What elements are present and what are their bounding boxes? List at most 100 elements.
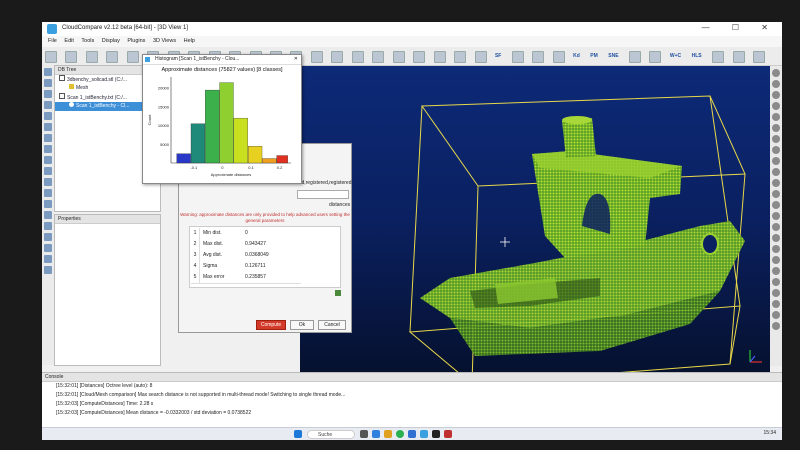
plugin-4-icon[interactable]: [772, 102, 780, 110]
statistics-icon[interactable]: [372, 51, 385, 63]
plugin-18-icon[interactable]: [772, 256, 780, 264]
start-icon[interactable]: [294, 430, 302, 438]
delete-icon[interactable]: [126, 51, 139, 63]
menu-tools[interactable]: Tools: [81, 38, 94, 44]
plugin-20-icon[interactable]: [772, 278, 780, 286]
taskbar-clock[interactable]: 15:34: [763, 430, 776, 436]
plugin-10-icon[interactable]: [772, 168, 780, 176]
taskbar-search[interactable]: Suche: [307, 430, 355, 439]
clone-icon[interactable]: [85, 51, 98, 63]
view-iso1-icon[interactable]: [44, 134, 52, 142]
point-picking-icon[interactable]: [392, 51, 405, 63]
plugin-16-icon[interactable]: [772, 234, 780, 242]
checkbox-icon[interactable]: [59, 75, 65, 81]
fullscreen-icon[interactable]: [44, 244, 52, 252]
window-controls[interactable]: — ☐ ✕: [702, 23, 778, 32]
sf-arithmetic-icon[interactable]: [532, 51, 545, 63]
plugin-6-icon[interactable]: [772, 124, 780, 132]
sf-gradient-icon[interactable]: [511, 51, 524, 63]
tool-hls-label[interactable]: HLS: [692, 53, 702, 59]
menu-help[interactable]: Help: [184, 38, 195, 44]
close-icon[interactable]: ✕: [294, 55, 298, 64]
sun-light-icon[interactable]: [44, 200, 52, 208]
plugin-14-icon[interactable]: [772, 212, 780, 220]
tool-kd-label[interactable]: Kd: [573, 53, 580, 59]
histogram-window-titlebar[interactable]: Histogram [Scan 1_istBenchy - Clou... ✕: [143, 55, 301, 65]
menu-display[interactable]: Display: [102, 38, 120, 44]
plugin-21-icon[interactable]: [772, 289, 780, 297]
ok-button[interactable]: Ok: [290, 320, 314, 330]
measure-icon[interactable]: [433, 51, 446, 63]
settings-icon[interactable]: [44, 266, 52, 274]
plugin-7-icon[interactable]: [772, 135, 780, 143]
edl-icon[interactable]: [732, 51, 745, 63]
plugin-2-icon[interactable]: [772, 80, 780, 88]
camera-link-icon[interactable]: [44, 211, 52, 219]
compute-button[interactable]: Compute: [256, 320, 286, 330]
plugin-23-icon[interactable]: [772, 311, 780, 319]
cloud-mesh-distance-icon[interactable]: [310, 51, 323, 63]
crop-icon[interactable]: [474, 51, 487, 63]
plugin-5-icon[interactable]: [772, 113, 780, 121]
histogram-icon[interactable]: [335, 290, 341, 296]
plugin-8-icon[interactable]: [772, 146, 780, 154]
plugin-11-icon[interactable]: [772, 179, 780, 187]
perspective-icon[interactable]: [44, 178, 52, 186]
plugin-9-icon[interactable]: [772, 157, 780, 165]
light-icon[interactable]: [44, 189, 52, 197]
exit-icon[interactable]: [44, 255, 52, 263]
plugin-19-icon[interactable]: [772, 267, 780, 275]
menu-edit[interactable]: Edit: [64, 38, 73, 44]
filter-icon[interactable]: [331, 51, 344, 63]
3d-view[interactable]: 25: [300, 66, 770, 391]
view-iso2-icon[interactable]: [44, 145, 52, 153]
merge-icon[interactable]: [106, 51, 119, 63]
view-right-icon[interactable]: [44, 112, 52, 120]
cloudcompare-taskbar-icon[interactable]: [420, 430, 428, 438]
widgets-icon[interactable]: [372, 430, 380, 438]
tool-wc-label[interactable]: W+C: [670, 53, 681, 59]
tool-sne-label[interactable]: SNE: [608, 53, 618, 59]
ssao-icon[interactable]: [752, 51, 765, 63]
plugin-15-icon[interactable]: [772, 223, 780, 231]
menu-3d-views[interactable]: 3D Views: [153, 38, 176, 44]
save-icon[interactable]: [65, 51, 78, 63]
view-back-icon[interactable]: [44, 101, 52, 109]
plugin-13-icon[interactable]: [772, 201, 780, 209]
color-ramp-icon[interactable]: [649, 51, 662, 63]
chrome-icon[interactable]: [396, 430, 404, 438]
store-icon[interactable]: [408, 430, 416, 438]
camera-icon[interactable]: [454, 51, 467, 63]
menu-file[interactable]: File: [48, 38, 57, 44]
open-icon[interactable]: [45, 51, 57, 63]
view-bottom-icon[interactable]: [44, 123, 52, 131]
app-icon[interactable]: [444, 430, 452, 438]
explorer-icon[interactable]: [384, 430, 392, 438]
task-view-icon[interactable]: [360, 430, 368, 438]
plugin-17-icon[interactable]: [772, 245, 780, 253]
plugin-1-icon[interactable]: [772, 69, 780, 77]
pivot-icon[interactable]: [44, 167, 52, 175]
color-icon[interactable]: [628, 51, 641, 63]
menu-plugins[interactable]: Plugins: [127, 38, 145, 44]
view-front-icon[interactable]: [44, 79, 52, 87]
reference-field[interactable]: [297, 190, 349, 199]
point-size-icon[interactable]: [712, 51, 725, 63]
plugin-12-icon[interactable]: [772, 190, 780, 198]
cancel-button[interactable]: Cancel: [318, 320, 346, 330]
tool-pm-label[interactable]: PM: [590, 53, 598, 59]
tool-sf-label[interactable]: SF: [495, 53, 501, 59]
lock-rotation-icon[interactable]: [44, 222, 52, 230]
screenshot-icon[interactable]: [44, 233, 52, 241]
label-icon[interactable]: [413, 51, 426, 63]
plugin-22-icon[interactable]: [772, 300, 780, 308]
view-left-icon[interactable]: [44, 90, 52, 98]
view-top-icon[interactable]: [44, 68, 52, 76]
terminal-icon[interactable]: [432, 430, 440, 438]
point-cloud-render[interactable]: [300, 66, 770, 385]
sf-filter-icon[interactable]: [552, 51, 565, 63]
plugin-24-icon[interactable]: [772, 322, 780, 330]
zoom-fit-icon[interactable]: [44, 156, 52, 164]
histogram-icon[interactable]: [351, 51, 364, 63]
plugin-3-icon[interactable]: [772, 91, 780, 99]
